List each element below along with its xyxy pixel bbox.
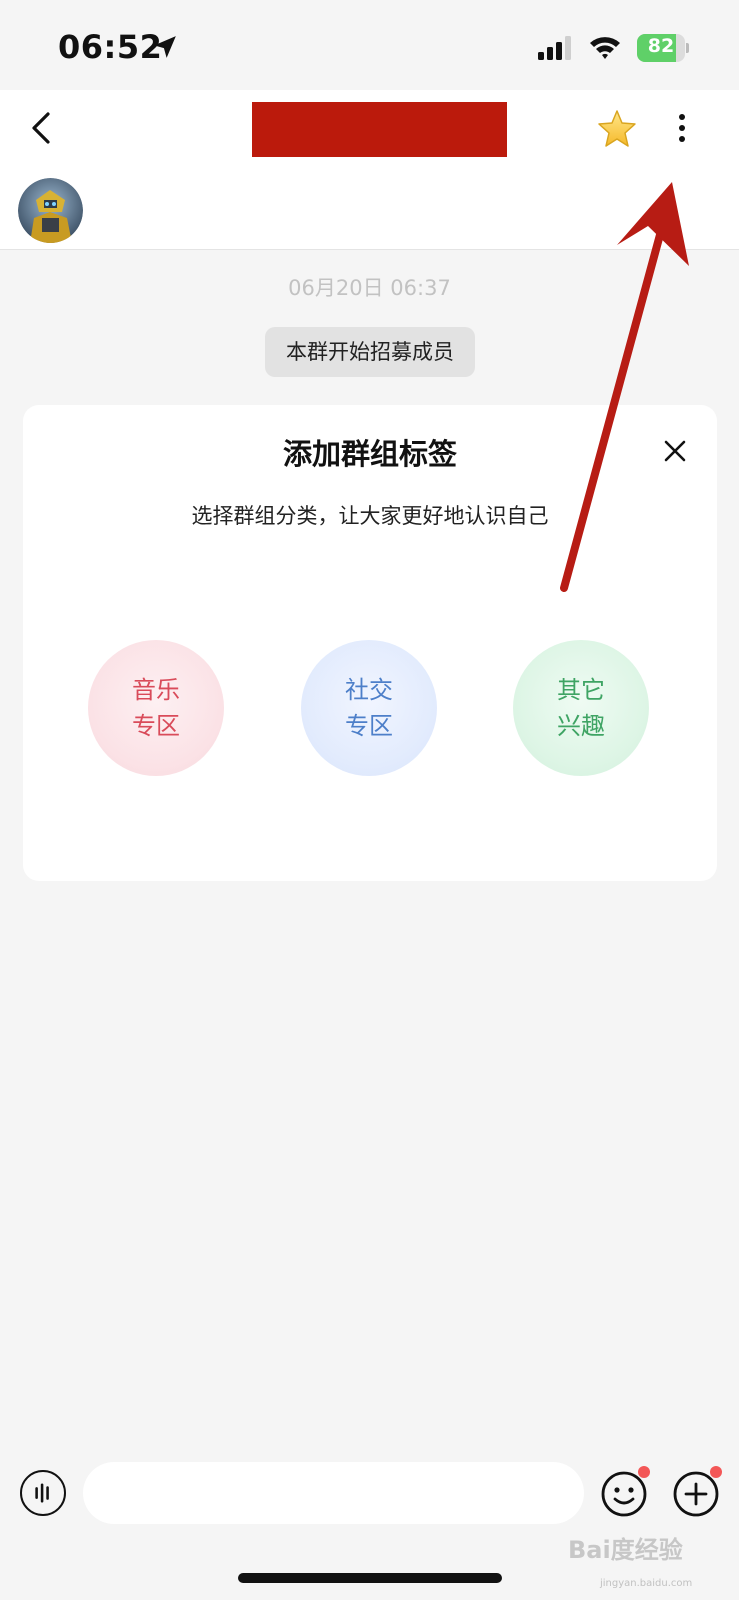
close-icon[interactable]	[661, 437, 689, 465]
watermark: Bai度经验	[568, 1536, 683, 1564]
notification-dot	[638, 1466, 650, 1478]
back-icon[interactable]	[24, 108, 60, 148]
tag-option-social[interactable]: 社交 专区	[301, 640, 437, 776]
chat-title-redacted	[252, 102, 507, 157]
status-time: 06:52	[58, 28, 163, 66]
emoji-button[interactable]	[600, 1466, 650, 1518]
tag-option-music[interactable]: 音乐 专区	[88, 640, 224, 776]
location-arrow-icon	[154, 36, 176, 58]
more-vertical-icon[interactable]	[664, 110, 700, 146]
wifi-icon	[590, 37, 620, 59]
card-title: 添加群组标签	[282, 437, 457, 471]
watermark-url: jingyan.baidu.com	[600, 1578, 693, 1589]
tag-option-label: 专区	[132, 712, 180, 740]
message-input[interactable]	[83, 1462, 584, 1524]
tag-option-label: 社交	[345, 676, 393, 704]
avatar[interactable]	[18, 178, 83, 243]
star-icon[interactable]	[596, 108, 638, 150]
battery-indicator: 82	[637, 34, 689, 62]
plus-button[interactable]	[672, 1466, 722, 1518]
nav-bar	[0, 90, 739, 250]
tag-option-label: 专区	[345, 712, 393, 740]
tag-option-label: 兴趣	[557, 712, 605, 740]
battery-percent: 82	[647, 35, 675, 57]
tag-option-other[interactable]: 其它 兴趣	[513, 640, 649, 776]
notification-dot	[710, 1466, 722, 1478]
card-subtitle: 选择群组分类，让大家更好地认识自己	[191, 504, 549, 528]
tag-option-label: 其它	[557, 676, 605, 704]
status-bar: 06:52 82	[0, 0, 739, 90]
home-indicator[interactable]	[238, 1573, 502, 1583]
tag-option-label: 音乐	[132, 676, 180, 704]
group-tag-card: 添加群组标签 选择群组分类，让大家更好地认识自己 音乐 专区 社交 专区 其它 …	[23, 405, 717, 881]
message-timestamp: 06月20日 06:37	[288, 276, 451, 300]
voice-icon[interactable]	[20, 1470, 66, 1516]
signal-icon	[538, 36, 571, 60]
system-message: 本群开始招募成员	[265, 327, 475, 377]
